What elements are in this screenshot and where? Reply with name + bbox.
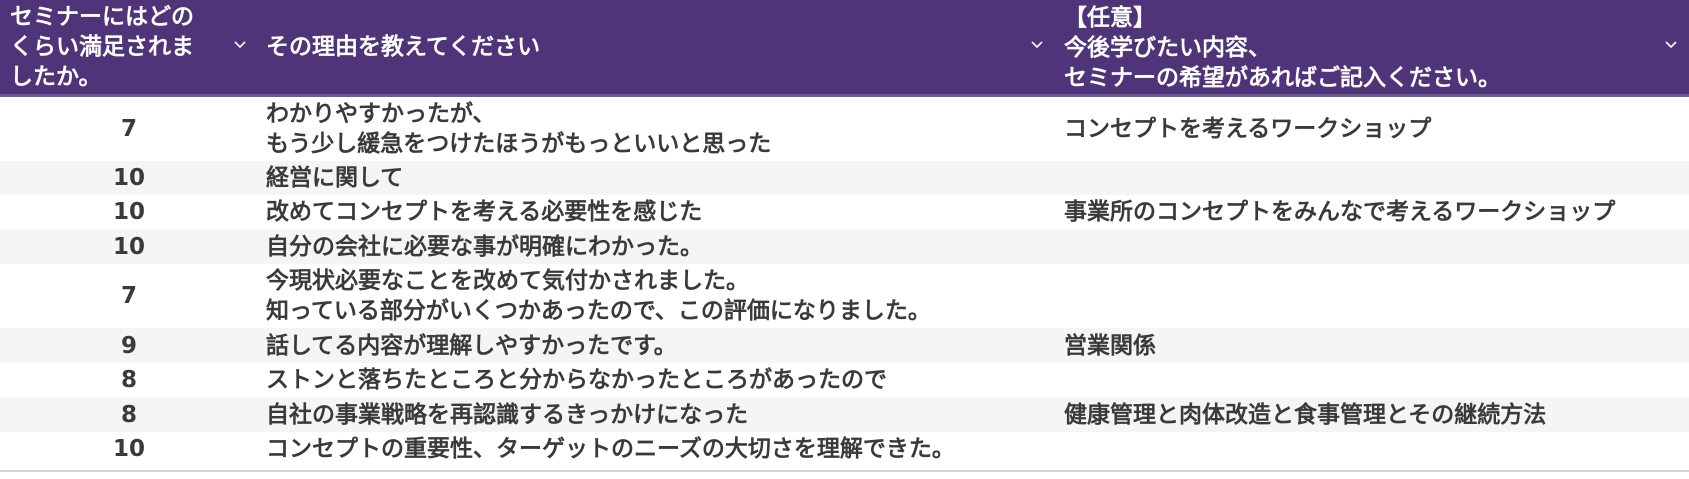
score-cell: 10 [112, 233, 145, 260]
table-body: 7 わかりやすかったが、 もう少し緩急をつけたほうがもっといいと思った コンセプ… [0, 97, 1689, 466]
score-cell: 10 [112, 199, 145, 225]
column-header-label: セミナーにはどの くらい満足されま したか。 [10, 4, 194, 90]
column-header-label: その理由を教えてください [266, 34, 541, 60]
table-row[interactable]: 10 経営に関して [0, 161, 1689, 195]
table-row[interactable]: 7 今現状必要なことを改めて気付かされました。 知っている部分がいくつかあったの… [0, 264, 1689, 328]
table-header: セミナーにはどの くらい満足されま したか。 その理由を教えてください 【任意】… [0, 0, 1689, 97]
score-cell: 8 [120, 367, 137, 393]
table-row[interactable]: 10 コンセプトの重要性、ターゲットのニーズの大切さを理解できた。 [0, 432, 1689, 466]
column-header-wishes[interactable]: 【任意】 今後学びたい内容、 セミナーの希望があればご記入ください。 [1064, 0, 1689, 94]
table-row[interactable]: 8 ストンと落ちたところと分からなかったところがあったので [0, 363, 1689, 397]
reason-cell: 自分の会社に必要な事が明確にわかった。 [266, 233, 703, 260]
wish-cell [1064, 363, 1689, 397]
reason-cell: 話してる内容が理解しやすかったです。 [266, 332, 677, 359]
score-cell: 8 [120, 401, 137, 428]
reason-cell: 自社の事業戦略を再認識するきっかけになった [266, 401, 749, 428]
score-cell: 10 [112, 436, 145, 462]
score-cell: 7 [120, 283, 137, 309]
table-row[interactable]: 8 自社の事業戦略を再認識するきっかけになった 健康管理と肉体改造と食事管理とそ… [0, 397, 1689, 432]
reason-cell: ストンと落ちたところと分からなかったところがあったので [266, 367, 887, 393]
score-cell: 9 [120, 332, 137, 359]
survey-results-table: セミナーにはどの くらい満足されま したか。 その理由を教えてください 【任意】… [0, 0, 1689, 479]
column-header-satisfaction[interactable]: セミナーにはどの くらい満足されま したか。 [10, 0, 250, 94]
wish-cell: 営業関係 [1064, 332, 1156, 359]
column-header-reason[interactable]: その理由を教えてください [266, 0, 1048, 94]
column-header-label: 【任意】 今後学びたい内容、 セミナーの希望があればご記入ください。 [1064, 5, 1501, 91]
table-bottom-border [0, 470, 1689, 472]
chevron-down-icon[interactable] [1030, 38, 1044, 52]
wish-cell [1064, 432, 1689, 466]
table-row[interactable]: 10 改めてコンセプトを考える必要性を感じた 事業所のコンセプトをみんなで考える… [0, 195, 1689, 229]
wish-cell: 事業所のコンセプトをみんなで考えるワークショップ [1064, 199, 1616, 225]
reason-cell: コンセプトの重要性、ターゲットのニーズの大切さを理解できた。 [266, 436, 955, 462]
table-row[interactable]: 9 話してる内容が理解しやすかったです。 営業関係 [0, 328, 1689, 363]
reason-cell: 経営に関して [266, 165, 404, 191]
wish-cell [1064, 161, 1689, 195]
reason-cell: 改めてコンセプトを考える必要性を感じた [266, 199, 703, 225]
score-cell: 10 [112, 165, 145, 191]
table-row[interactable]: 7 わかりやすかったが、 もう少し緩急をつけたほうがもっといいと思った コンセプ… [0, 97, 1689, 161]
table-row[interactable]: 10 自分の会社に必要な事が明確にわかった。 [0, 229, 1689, 264]
reason-cell: 今現状必要なことを改めて気付かされました。 知っている部分がいくつかあったので、… [266, 268, 931, 324]
wish-cell [1064, 229, 1689, 264]
wish-cell [1064, 264, 1689, 328]
wish-cell: コンセプトを考えるワークショップ [1064, 116, 1432, 142]
wish-cell: 健康管理と肉体改造と食事管理とその継続方法 [1064, 401, 1547, 428]
chevron-down-icon[interactable] [233, 38, 247, 52]
score-cell: 7 [120, 116, 137, 142]
reason-cell: わかりやすかったが、 もう少し緩急をつけたほうがもっといいと思った [266, 101, 772, 157]
chevron-down-icon[interactable] [1664, 38, 1678, 52]
